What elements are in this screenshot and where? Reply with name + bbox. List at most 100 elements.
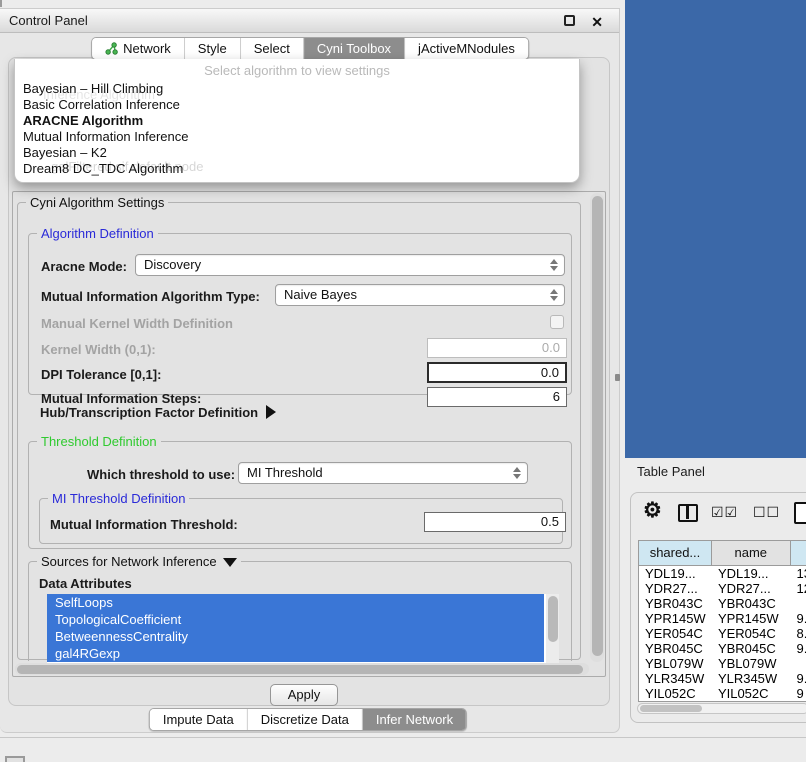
tab-jactivemnodules[interactable]: jActiveMNodules — [405, 38, 528, 59]
table-row[interactable]: YDR27...YDR27...12 — [639, 581, 806, 596]
table-cell: YER054C — [639, 626, 712, 641]
tab-impute-data[interactable]: Impute Data — [150, 709, 248, 730]
table-cell: 9. — [791, 671, 806, 686]
tab-discretize-data[interactable]: Discretize Data — [248, 709, 363, 730]
table-cell: 13 — [791, 566, 806, 581]
tab-infer-network[interactable]: Infer Network — [363, 709, 466, 730]
table-cell: 9. — [791, 611, 806, 626]
algorithm-option[interactable]: ARACNE Algorithm — [21, 113, 573, 129]
table-cell: YIL052C — [712, 686, 791, 701]
aracne-mode-label: Aracne Mode: — [41, 259, 127, 274]
algorithm-placeholder: Select algorithm to view settings — [15, 59, 579, 78]
table-row[interactable]: YDL19...YDL19...13 — [639, 566, 806, 581]
tab-style[interactable]: Style — [185, 38, 241, 59]
manual-kernel-checkbox[interactable] — [550, 315, 564, 329]
close-panel-icon[interactable]: ✕ — [591, 11, 603, 34]
table-row[interactable]: YPR145WYPR145W9. — [639, 611, 806, 626]
manual-kernel-label: Manual Kernel Width Definition — [41, 316, 233, 331]
table-row[interactable]: YLR345WYLR345W9. — [639, 671, 806, 686]
cyni-algorithm-settings-title: Cyni Algorithm Settings — [26, 195, 168, 210]
mi-threshold-field[interactable]: 0.5 — [424, 512, 566, 532]
attribute-item[interactable]: SelfLoops — [47, 594, 544, 611]
column-header[interactable]: shared... — [639, 541, 712, 566]
which-threshold-select[interactable]: MI Threshold — [238, 462, 528, 484]
float-panel-icon[interactable] — [564, 15, 575, 26]
kernel-width-field[interactable]: 0.0 — [427, 338, 567, 358]
attribute-item[interactable]: gal4RGexp — [47, 645, 544, 662]
table-row[interactable]: YBL079WYBL079W — [639, 656, 806, 671]
tab-cyni-toolbox[interactable]: Cyni Toolbox — [304, 38, 405, 59]
table-cell: YBL079W — [639, 656, 712, 671]
algorithm-definition-group: Algorithm Definition Aracne Mode: Discov… — [28, 233, 572, 395]
table-cell: 12 — [791, 581, 806, 596]
table-cell: YIL052C — [639, 686, 712, 701]
select-all-checkboxes-icon[interactable]: ☑☑ — [711, 504, 738, 521]
table-cell: YER054C — [712, 626, 791, 641]
table-cell: YBR043C — [712, 596, 791, 611]
split-view-icon[interactable] — [678, 504, 698, 522]
apply-button[interactable]: Apply — [270, 684, 338, 706]
which-threshold-label: Which threshold to use: — [87, 467, 235, 482]
aracne-mode-select[interactable]: Discovery — [135, 254, 565, 276]
algorithm-option[interactable]: Bayesian – K2 — [21, 145, 573, 161]
table-cell: YDR27... — [712, 581, 791, 596]
table-cell: YDR27... — [639, 581, 712, 596]
algorithm-option[interactable]: Bayesian – Hill Climbing — [21, 81, 573, 97]
table-cell: YBL079W — [712, 656, 791, 671]
table-cell: YPR145W — [712, 611, 791, 626]
list-scrollbar[interactable] — [546, 594, 559, 666]
table-cell: YLR345W — [639, 671, 712, 686]
table-cell: YDL19... — [712, 566, 791, 581]
table-header: shared...nameA — [639, 541, 806, 566]
table-rows: YDL19...YDL19...13YDR27...YDR27...12YBR0… — [639, 566, 806, 701]
document-icon[interactable] — [794, 502, 806, 524]
stepper-icon — [548, 255, 560, 275]
table-cell: 8. — [791, 626, 806, 641]
hub-definition-toggle[interactable]: Hub/Transcription Factor Definition — [40, 405, 276, 420]
deselect-checkboxes-icon[interactable]: ☐☐ — [753, 504, 780, 521]
expand-right-icon — [266, 405, 276, 419]
control-panel-tabs: NetworkStyleSelectCyni ToolboxjActiveMNo… — [91, 37, 529, 60]
table-row[interactable]: YBR043CYBR043C — [639, 596, 806, 611]
settings-vertical-scrollbar[interactable] — [590, 193, 604, 662]
which-threshold-value: MI Threshold — [247, 465, 323, 480]
algorithm-option[interactable]: Mutual Information Inference — [21, 129, 573, 145]
splitter-handle[interactable] — [615, 374, 620, 381]
table-cell: YDL19... — [639, 566, 712, 581]
dpi-tolerance-field[interactable]: 0.0 — [427, 362, 567, 383]
algorithm-option[interactable]: Dream8 DC_TDC Algorithm — [21, 161, 573, 177]
attribute-item[interactable]: BetweennessCentrality — [47, 628, 544, 645]
algorithm-option[interactable]: Basic Correlation Inference — [21, 97, 573, 113]
table-panel-title: Table Panel — [637, 464, 705, 479]
data-attributes-list[interactable]: SelfLoopsTopologicalCoefficientBetweenne… — [47, 594, 559, 666]
table-horizontal-scrollbar[interactable] — [637, 703, 806, 714]
mi-steps-field[interactable]: 6 — [427, 387, 567, 407]
dpi-tolerance-label: DPI Tolerance [0,1]: — [41, 367, 161, 382]
collapse-down-icon — [223, 558, 237, 567]
table-row[interactable]: YER054CYER054C8. — [639, 626, 806, 641]
control-panel-title: Control Panel — [9, 13, 88, 28]
network-icon — [105, 42, 118, 55]
column-header[interactable]: A — [791, 541, 806, 566]
node-attribute-table[interactable]: shared...nameA YDL19...YDL19...13YDR27..… — [638, 540, 806, 702]
tab-select[interactable]: Select — [241, 38, 304, 59]
divider — [0, 737, 806, 738]
column-header[interactable]: name — [712, 541, 791, 566]
stepper-icon — [548, 285, 560, 305]
sources-title[interactable]: Sources for Network Inference — [37, 554, 241, 569]
mi-type-label: Mutual Information Algorithm Type: — [41, 289, 260, 304]
table-row[interactable]: YIL052CYIL052C9 — [639, 686, 806, 701]
sources-group: Sources for Network Inference Data Attri… — [28, 561, 572, 661]
attribute-item[interactable]: TopologicalCoefficient — [47, 611, 544, 628]
algorithm-dropdown-popup: Select algorithm to view settings Infere… — [14, 59, 580, 183]
mi-algorithm-type-select[interactable]: Naive Bayes — [275, 284, 565, 306]
mi-steps-label: Mutual Information Steps: — [41, 391, 201, 406]
table-cell: YBR045C — [639, 641, 712, 656]
settings-horizontal-scrollbar[interactable] — [15, 663, 589, 675]
mi-threshold-title: MI Threshold Definition — [48, 491, 189, 506]
table-row[interactable]: YBR045CYBR045C9. — [639, 641, 806, 656]
tab-network[interactable]: Network — [92, 38, 185, 59]
algorithm-list: Bayesian – Hill ClimbingBasic Correlatio… — [21, 81, 573, 177]
collapsed-panel-button[interactable] — [5, 756, 25, 762]
gear-icon[interactable]: ⚙ — [643, 498, 662, 523]
